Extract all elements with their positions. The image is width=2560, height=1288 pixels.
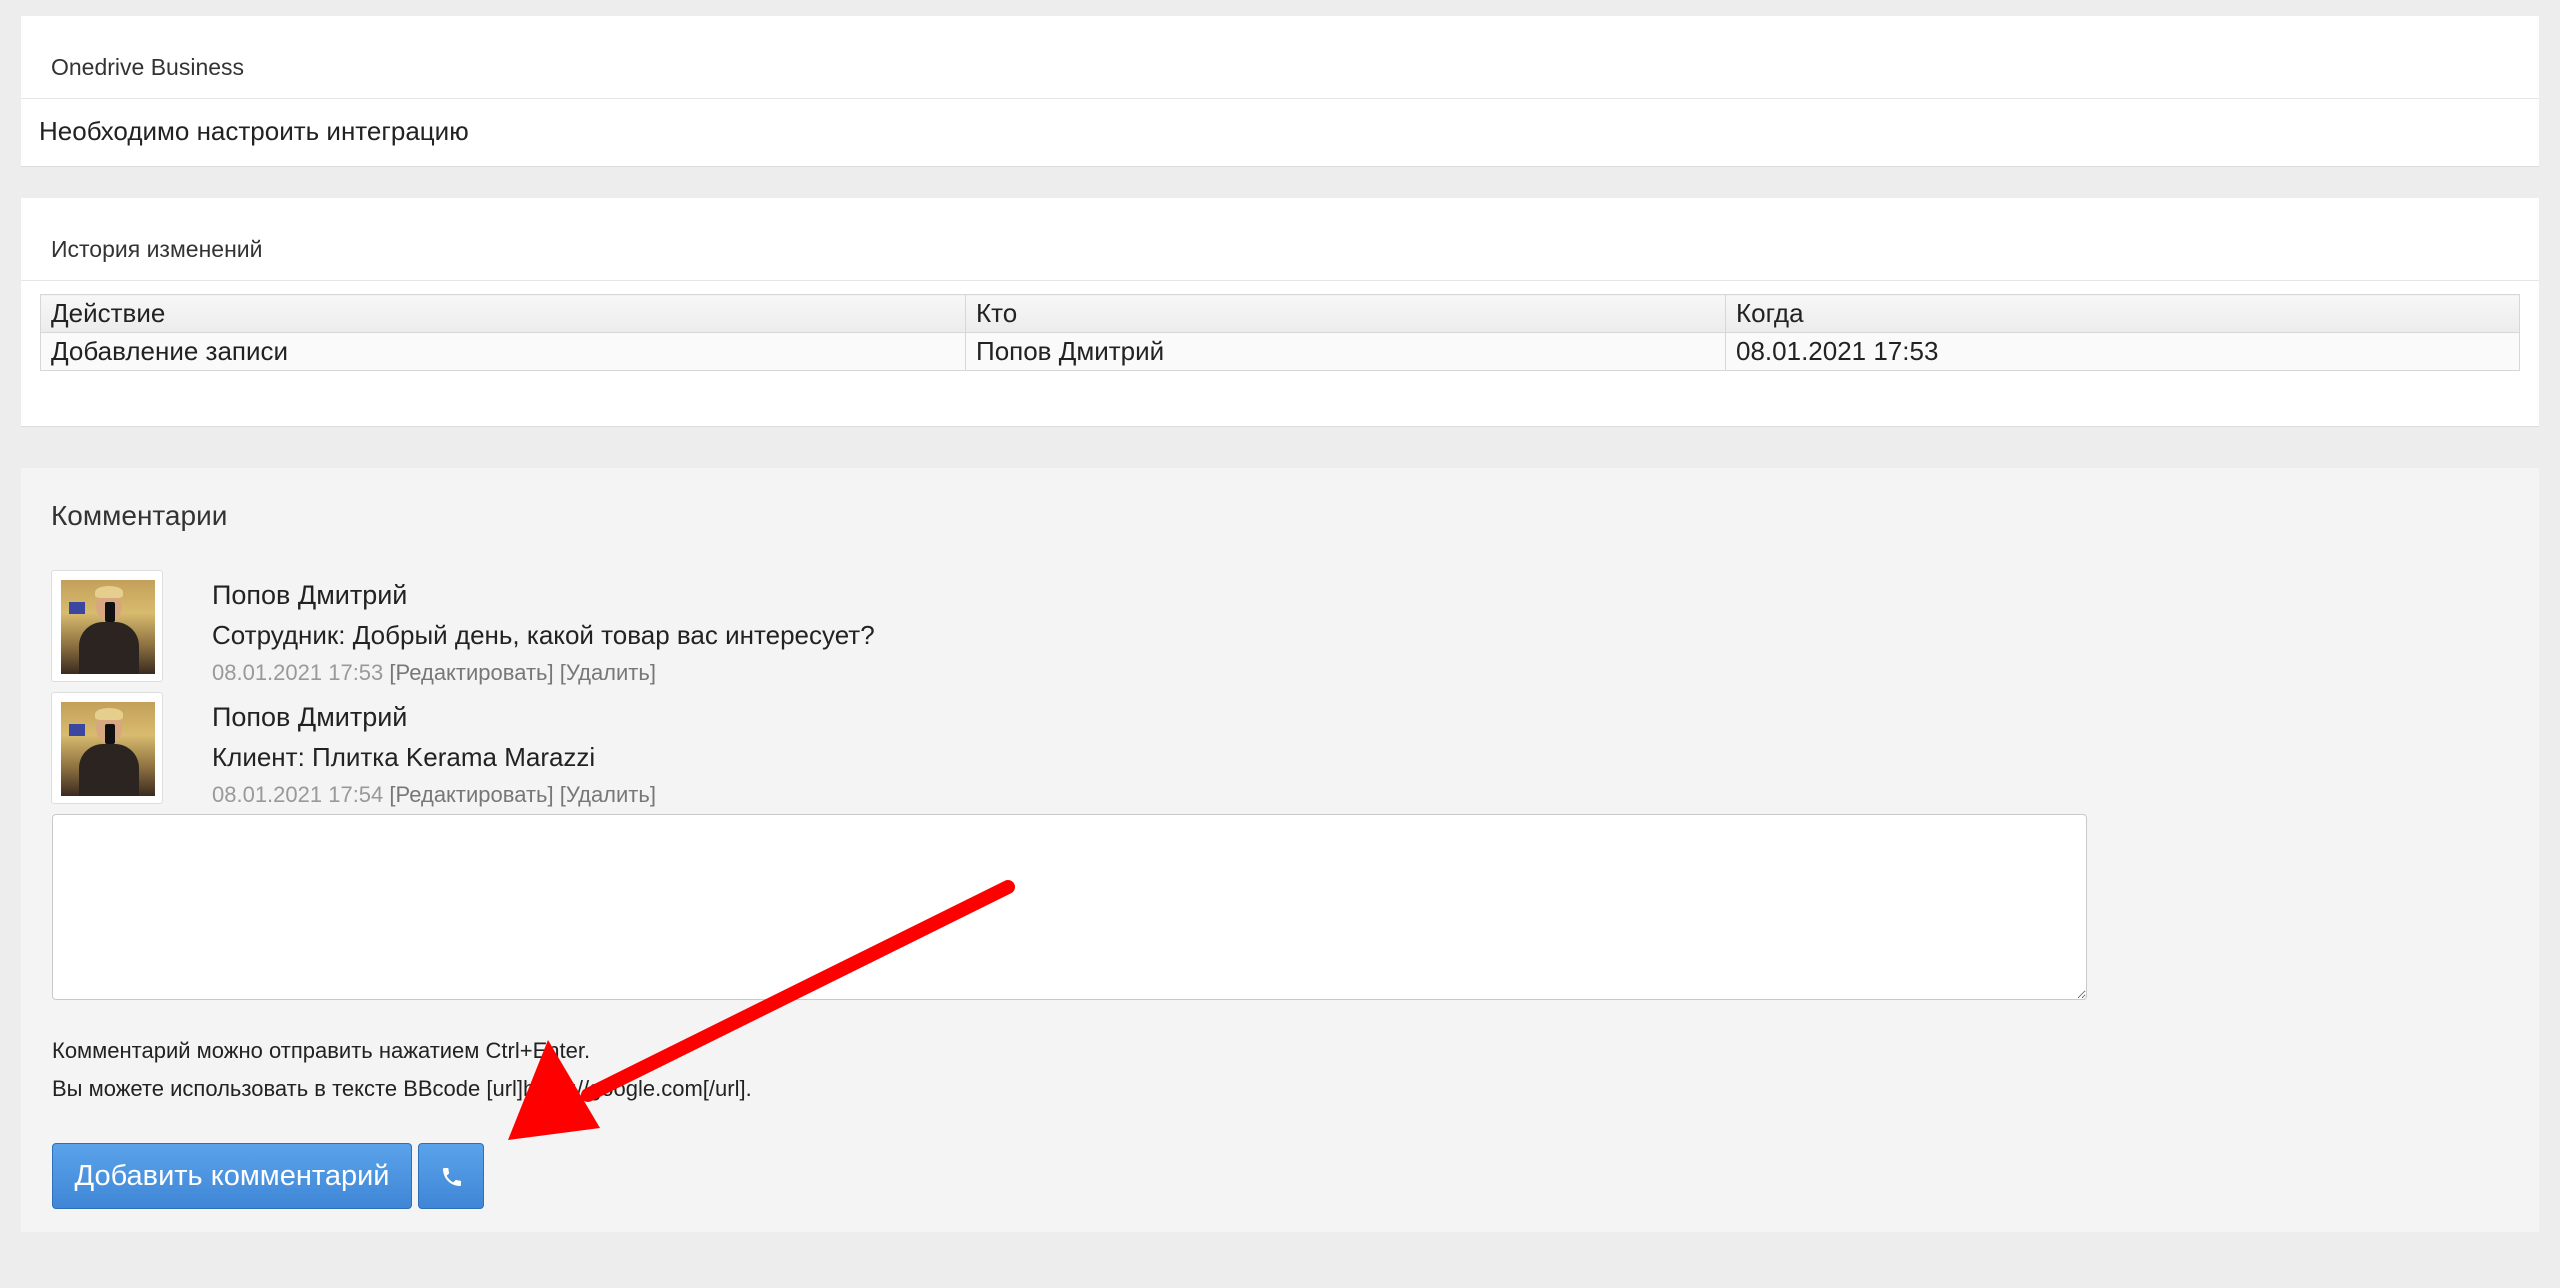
- column-header-who: Кто: [965, 294, 1726, 333]
- edit-comment-link[interactable]: [Редактировать]: [389, 660, 553, 685]
- phone-icon: [443, 1168, 461, 1186]
- table-row: Добавление записи Попов Дмитрий 08.01.20…: [40, 332, 2520, 371]
- onedrive-title: Onedrive Business: [51, 54, 245, 80]
- comment-time: 08.01.2021 17:53: [212, 660, 384, 685]
- comment-text: Сотрудник: Добрый день, какой товар вас …: [212, 620, 875, 650]
- hint-bbcode: Вы можете использовать в тексте BBcode […: [52, 1076, 752, 1101]
- cell-action: Добавление записи: [40, 332, 966, 371]
- cell-who: Попов Дмитрий: [965, 332, 1726, 371]
- column-header-when: Когда: [1725, 294, 2520, 333]
- cell-when: 08.01.2021 17:53: [1725, 332, 2520, 371]
- avatar-photo: [61, 702, 155, 796]
- onedrive-panel: Onedrive Business Необходимо настроить и…: [21, 16, 2539, 167]
- history-panel: История изменений Действие Кто Когда Доб…: [21, 198, 2539, 427]
- edit-comment-link[interactable]: [Редактировать]: [389, 782, 553, 807]
- comment-textarea[interactable]: [52, 814, 2087, 1000]
- avatar-photo: [61, 580, 155, 674]
- comment-item: Попов Дмитрий Клиент: Плитка Kerama Mara…: [51, 692, 1451, 810]
- avatar[interactable]: [51, 570, 163, 682]
- comment-text: Клиент: Плитка Kerama Marazzi: [212, 742, 596, 772]
- table-header-row: Действие Кто Когда: [40, 294, 2520, 333]
- comments-title: Комментарии: [51, 500, 228, 531]
- comment-meta: 08.01.2021 17:54 [Редактировать] [Удалит…: [212, 782, 656, 808]
- delete-comment-link[interactable]: [Удалить]: [560, 660, 656, 685]
- comment-author: Попов Дмитрий: [212, 702, 408, 732]
- comment-meta: 08.01.2021 17:53 [Редактировать] [Удалит…: [212, 660, 656, 686]
- delete-comment-link[interactable]: [Удалить]: [560, 782, 656, 807]
- integration-notice: Необходимо настроить интеграцию: [39, 116, 469, 146]
- comments-panel: Комментарии Попов Дмитрий Сотрудник: Доб…: [21, 468, 2539, 1232]
- add-comment-button[interactable]: Добавить комментарий: [52, 1143, 412, 1209]
- divider: [21, 280, 2539, 281]
- avatar[interactable]: [51, 692, 163, 804]
- history-table: Действие Кто Когда Добавление записи Поп…: [40, 294, 2520, 371]
- history-title: История изменений: [51, 236, 263, 262]
- divider: [21, 98, 2539, 99]
- column-header-action: Действие: [40, 294, 966, 333]
- comment-item: Попов Дмитрий Сотрудник: Добрый день, ка…: [51, 570, 1451, 688]
- comment-author: Попов Дмитрий: [212, 580, 408, 610]
- call-button[interactable]: [418, 1143, 484, 1209]
- comment-time: 08.01.2021 17:54: [212, 782, 384, 807]
- hint-ctrl-enter: Комментарий можно отправить нажатием Ctr…: [52, 1038, 591, 1063]
